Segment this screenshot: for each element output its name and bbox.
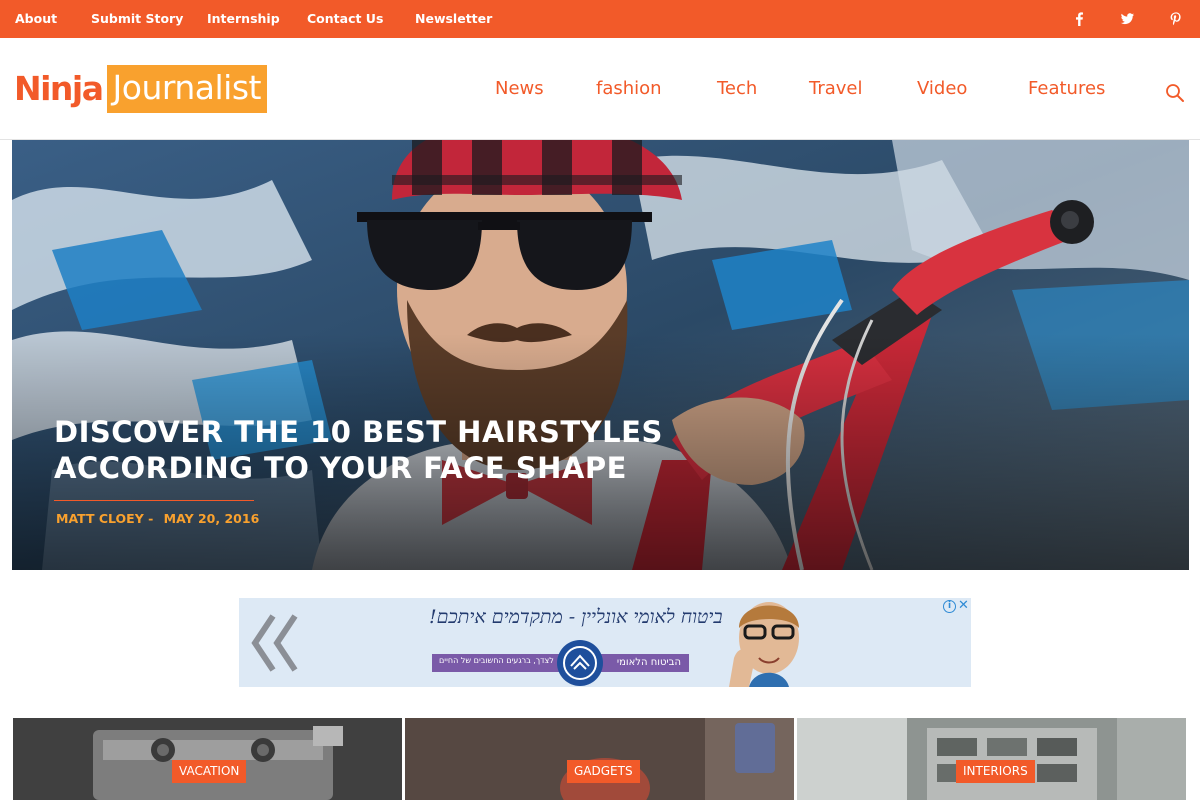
hero-overlay: [12, 140, 1189, 570]
about-link[interactable]: About: [15, 11, 57, 26]
info-icon[interactable]: i: [943, 600, 956, 613]
nav-features[interactable]: Features: [1028, 78, 1105, 99]
search-icon[interactable]: [1164, 82, 1186, 104]
hero-author[interactable]: MATT CLOEY -: [56, 511, 153, 526]
site-header: Ninja Journalist News fashion Tech Trave…: [0, 38, 1200, 140]
article-card-vacation[interactable]: VACATION: [13, 718, 402, 800]
card-image-gadgets: [405, 718, 794, 800]
nav-travel[interactable]: Travel: [809, 78, 863, 99]
category-badge[interactable]: VACATION: [172, 760, 247, 783]
hero-title[interactable]: DISCOVER THE 10 BEST HAIRSTYLES ACCORDIN…: [54, 414, 734, 486]
internship-link[interactable]: Internship: [207, 11, 280, 26]
advertisement-banner[interactable]: ביטוח לאומי אונליין - מתקדמים איתכם! הבי…: [239, 598, 971, 687]
category-badge[interactable]: INTERIORS: [956, 760, 1035, 783]
newsletter-link[interactable]: Newsletter: [415, 11, 492, 26]
ad-headline: ביטוח לאומי אונליין - מתקדמים איתכם!: [429, 606, 723, 628]
pinterest-icon[interactable]: [1166, 9, 1186, 29]
card-image-interior: [797, 718, 1186, 800]
hero-banner[interactable]: DISCOVER THE 10 BEST HAIRSTYLES ACCORDIN…: [12, 140, 1189, 570]
nav-tech[interactable]: Tech: [717, 78, 757, 99]
ad-brand-logo: [557, 640, 603, 686]
nav-fashion[interactable]: fashion: [596, 78, 662, 99]
logo-ninja-text: Ninja: [14, 69, 104, 108]
hero-divider: [54, 500, 254, 501]
logo-journalist-text: Journalist: [106, 65, 267, 113]
contact-us-link[interactable]: Contact Us: [307, 11, 383, 26]
hero-date: MAY 20, 2016: [163, 511, 260, 526]
article-card-interiors[interactable]: INTERIORS: [797, 718, 1186, 800]
article-card-gadgets[interactable]: GADGETS: [405, 718, 794, 800]
twitter-icon[interactable]: [1117, 9, 1137, 29]
category-badge[interactable]: GADGETS: [567, 760, 640, 783]
ad-person-image: [729, 602, 799, 687]
submit-story-link[interactable]: Submit Story: [91, 11, 183, 26]
nav-video[interactable]: Video: [917, 78, 967, 99]
nav-news[interactable]: News: [495, 78, 544, 99]
ad-chevrons-icon: [251, 614, 298, 672]
close-icon[interactable]: ✕: [958, 598, 969, 613]
hero-meta: MATT CLOEY - MAY 20, 2016: [56, 511, 265, 526]
top-bar: About Submit Story Internship Contact Us…: [0, 0, 1200, 38]
ad-tagline: לצדך, ברגעים החשובים של החיים: [439, 656, 554, 665]
facebook-icon[interactable]: [1069, 9, 1089, 29]
site-logo[interactable]: Ninja Journalist: [14, 65, 267, 113]
card-image-camera: [13, 718, 402, 800]
